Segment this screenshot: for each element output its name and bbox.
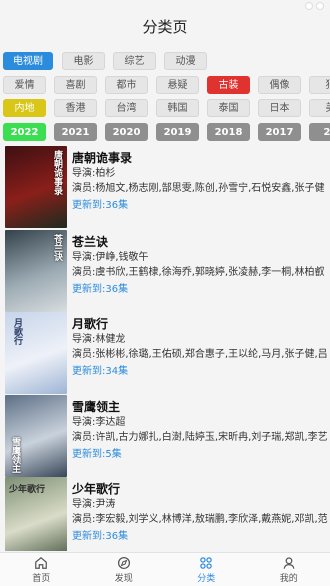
show-update-status: 更新到:34集 bbox=[72, 366, 129, 377]
tab-discover[interactable]: 发现 bbox=[83, 553, 166, 586]
poster-image[interactable]: 少年歌行 bbox=[5, 477, 67, 551]
show-title[interactable]: 少年歌行 bbox=[72, 481, 330, 497]
tab-category[interactable]: 分类 bbox=[165, 553, 248, 586]
region-chip[interactable]: 美 bbox=[309, 99, 330, 117]
poster-title: 苍兰诀 bbox=[52, 234, 62, 261]
show-director: 导演:林健龙 bbox=[72, 334, 126, 345]
status-icons bbox=[305, 2, 324, 10]
tab-home[interactable]: 首页 bbox=[0, 553, 83, 586]
genre-filter-row: 电视剧 电影 综艺 动漫 bbox=[3, 52, 330, 74]
show-cast: 演员:张彬彬,徐璐,王佑硕,郑合惠子,王以纶,马月,张子健,吕 bbox=[72, 349, 328, 360]
show-title[interactable]: 雪鹰领主 bbox=[72, 399, 330, 415]
show-info: 少年歌行 导演:尹涛 演员:李宏毅,刘学义,林博洋,敖瑞鹏,李欣泽,戴燕妮,邓凯… bbox=[72, 477, 330, 544]
type-chip[interactable]: 犯 bbox=[309, 76, 330, 94]
show-item[interactable]: 月歌行 月歌行 导演:林健龙 演员:张彬彬,徐璐,王佑硕,郑合惠子,王以纶,马月… bbox=[0, 312, 330, 394]
tab-label: 首页 bbox=[32, 573, 51, 584]
show-director: 导演:李达超 bbox=[72, 417, 126, 428]
type-chip[interactable]: 喜剧 bbox=[54, 76, 97, 94]
poster-image[interactable]: 雪鹰领主 bbox=[5, 395, 67, 477]
bottom-tab-bar: 首页 发现 分类 我的 bbox=[0, 552, 330, 586]
year-chip-selected[interactable]: 2022 bbox=[3, 123, 46, 141]
show-item[interactable]: 苍兰诀 苍兰诀 导演:伊峥,钱敬午 演员:虞书欣,王鹤棣,徐海乔,郭晓婷,张凌赫… bbox=[0, 230, 330, 312]
year-chip[interactable]: 2017 bbox=[258, 123, 301, 141]
year-chip[interactable]: 2020 bbox=[105, 123, 148, 141]
poster-title: 唐朝诡事录 bbox=[52, 150, 62, 195]
year-filter-row: 2022 2021 2020 2019 2018 2017 20 bbox=[3, 123, 330, 145]
show-item[interactable]: 少年歌行 少年歌行 导演:尹涛 演员:李宏毅,刘学义,林博洋,敖瑞鹏,李欣泽,戴… bbox=[0, 477, 330, 551]
grid-icon bbox=[200, 556, 213, 569]
status-icon bbox=[305, 2, 313, 10]
tab-profile[interactable]: 我的 bbox=[248, 553, 330, 586]
tab-label: 我的 bbox=[279, 573, 298, 584]
show-director: 导演:伊峥,钱敬午 bbox=[72, 252, 149, 263]
show-cast: 演员:杨旭文,杨志刚,郜思雯,陈创,孙雪宁,石悦安鑫,张子健 bbox=[72, 183, 325, 194]
year-chip[interactable]: 2018 bbox=[207, 123, 250, 141]
show-update-status: 更新到:36集 bbox=[72, 200, 129, 211]
poster-title: 少年歌行 bbox=[9, 485, 46, 495]
show-cast: 演员:李宏毅,刘学义,林博洋,敖瑞鹏,李欣泽,戴燕妮,邓凯,范 bbox=[72, 514, 328, 525]
show-info: 月歌行 导演:林健龙 演员:张彬彬,徐璐,王佑硕,郑合惠子,王以纶,马月,张子健… bbox=[72, 312, 330, 379]
type-chip[interactable]: 偶像 bbox=[258, 76, 301, 94]
status-bar bbox=[0, 0, 330, 14]
region-chip[interactable]: 泰国 bbox=[207, 99, 250, 117]
show-info: 苍兰诀 导演:伊峥,钱敬午 演员:虞书欣,王鹤棣,徐海乔,郭晓婷,张凌赫,李一桐… bbox=[72, 230, 330, 297]
region-chip[interactable]: 韩国 bbox=[156, 99, 199, 117]
genre-chip-tv[interactable]: 电视剧 bbox=[3, 52, 53, 70]
show-list: 唐朝诡事录 唐朝诡事录 导演:柏杉 演员:杨旭文,杨志刚,郜思雯,陈创,孙雪宁,… bbox=[0, 146, 330, 551]
show-info: 雪鹰领主 导演:李达超 演员:许凯,古力娜扎,白澍,陆婷玉,宋昕冉,刘子瑞,郑凯… bbox=[72, 395, 330, 462]
compass-icon bbox=[117, 556, 130, 569]
show-update-status: 更新到:36集 bbox=[72, 531, 129, 542]
type-chip[interactable]: 爱情 bbox=[3, 76, 46, 94]
region-filter-row: 内地 香港 台湾 韩国 泰国 日本 美 bbox=[3, 99, 330, 121]
page-title: 分类页 bbox=[142, 18, 188, 36]
region-chip[interactable]: 台湾 bbox=[105, 99, 148, 117]
type-chip-selected[interactable]: 古装 bbox=[207, 76, 250, 94]
show-cast: 演员:虞书欣,王鹤棣,徐海乔,郭晓婷,张凌赫,李一桐,林柏叡 bbox=[72, 267, 325, 278]
year-chip[interactable]: 2019 bbox=[156, 123, 199, 141]
show-item[interactable]: 唐朝诡事录 唐朝诡事录 导演:柏杉 演员:杨旭文,杨志刚,郜思雯,陈创,孙雪宁,… bbox=[0, 146, 330, 228]
show-info: 唐朝诡事录 导演:柏杉 演员:杨旭文,杨志刚,郜思雯,陈创,孙雪宁,石悦安鑫,张… bbox=[72, 146, 330, 213]
show-item[interactable]: 雪鹰领主 雪鹰领主 导演:李达超 演员:许凯,古力娜扎,白澍,陆婷玉,宋昕冉,刘… bbox=[0, 395, 330, 477]
tab-label: 发现 bbox=[114, 573, 133, 584]
home-icon bbox=[35, 556, 48, 569]
show-update-status: 更新到:5集 bbox=[72, 449, 122, 460]
type-filter-row: 爱情 喜剧 都市 悬疑 古装 偶像 犯 bbox=[3, 76, 330, 98]
region-chip[interactable]: 日本 bbox=[258, 99, 301, 117]
show-title[interactable]: 唐朝诡事录 bbox=[72, 150, 330, 166]
poster-image[interactable]: 唐朝诡事录 bbox=[5, 146, 67, 228]
show-update-status: 更新到:36集 bbox=[72, 284, 129, 295]
poster-title: 月歌行 bbox=[12, 318, 22, 345]
genre-chip-anime[interactable]: 动漫 bbox=[164, 52, 207, 70]
genre-chip-variety[interactable]: 综艺 bbox=[113, 52, 156, 70]
poster-image[interactable]: 苍兰诀 bbox=[5, 230, 67, 312]
user-icon bbox=[283, 556, 295, 569]
status-icon bbox=[316, 2, 324, 10]
type-chip[interactable]: 悬疑 bbox=[156, 76, 199, 94]
show-title[interactable]: 月歌行 bbox=[72, 316, 330, 332]
poster-image[interactable]: 月歌行 bbox=[5, 312, 67, 394]
region-chip-selected[interactable]: 内地 bbox=[3, 99, 46, 117]
show-director: 导演:尹涛 bbox=[72, 499, 116, 510]
region-chip[interactable]: 香港 bbox=[54, 99, 97, 117]
show-director: 导演:柏杉 bbox=[72, 168, 116, 179]
show-title[interactable]: 苍兰诀 bbox=[72, 234, 330, 250]
genre-chip-movie[interactable]: 电影 bbox=[62, 52, 105, 70]
year-chip[interactable]: 20 bbox=[309, 123, 330, 141]
year-chip[interactable]: 2021 bbox=[54, 123, 97, 141]
type-chip[interactable]: 都市 bbox=[105, 76, 148, 94]
show-cast: 演员:许凯,古力娜扎,白澍,陆婷玉,宋昕冉,刘子瑞,郑凯,李艺 bbox=[72, 432, 328, 443]
tab-label: 分类 bbox=[197, 573, 216, 584]
poster-title: 雪鹰领主 bbox=[10, 437, 20, 473]
